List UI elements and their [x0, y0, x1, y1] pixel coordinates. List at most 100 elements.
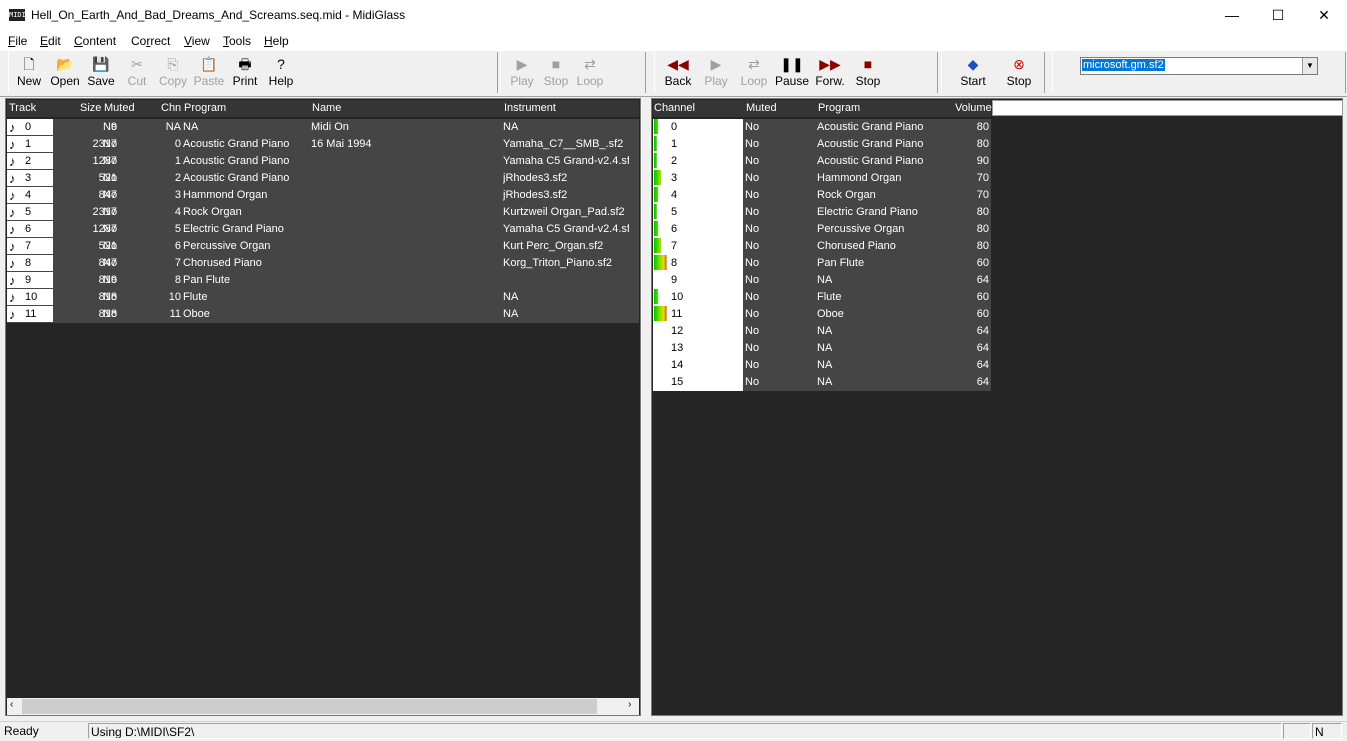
col-muted[interactable]: Muted: [104, 100, 135, 117]
channel-row[interactable]: 5 No Electric Grand Piano 80: [653, 204, 991, 221]
file-save-button[interactable]: 💾 Save: [83, 52, 119, 93]
menu-edit[interactable]: Edit: [40, 34, 61, 48]
channel-program: NA: [817, 325, 833, 337]
scroll-left-icon[interactable]: ‹: [10, 699, 13, 710]
col-channel[interactable]: Channel: [654, 100, 695, 117]
transport-forw-button[interactable]: ▶▶ Forw.: [811, 52, 849, 93]
track-row[interactable]: ♪ 11 818 No 11 Oboe NA: [7, 306, 639, 323]
music-note-icon: ♪: [9, 239, 16, 254]
menu-tools[interactable]: Tools: [223, 34, 251, 48]
channel-row[interactable]: 6 No Percussive Organ 80: [653, 221, 991, 238]
transport-pause-button[interactable]: ❚❚ Pause: [773, 52, 811, 93]
maximize-button[interactable]: ☐: [1255, 0, 1301, 31]
col-name[interactable]: Name: [312, 100, 341, 117]
player-play-button[interactable]: ▶ Play: [505, 52, 539, 93]
channel-row[interactable]: 13 No NA 64: [653, 340, 991, 357]
track-program: Pan Flute: [183, 274, 231, 286]
menu-file[interactable]: File: [8, 34, 27, 48]
file-paste-button[interactable]: 📋 Paste: [191, 52, 227, 93]
col-instrument[interactable]: Instrument: [504, 100, 556, 117]
transport-back-button[interactable]: ◀◀ Back: [659, 52, 697, 93]
track-row[interactable]: ♪ 0 9 No NA NA Midi On NA: [7, 119, 639, 136]
menu-view[interactable]: View: [184, 34, 210, 48]
track-row[interactable]: ♪ 4 847 No 3 Hammond Organ jRhodes3.sf2: [7, 187, 639, 204]
track-row[interactable]: ♪ 3 521 No 2 Acoustic Grand Piano jRhodes3.sf2: [7, 170, 639, 187]
synth-stop-button[interactable]: ⊗ Stop: [996, 52, 1042, 93]
channel-row[interactable]: 12 No NA 64: [653, 323, 991, 340]
channel-number: 1: [671, 138, 678, 150]
track-program: Acoustic Grand Piano: [183, 172, 290, 184]
track-row[interactable]: ♪ 5 2317 No 4 Rock Organ Kurtzweil Organ_Pad.s…: [7, 204, 639, 221]
col-channel-program[interactable]: Program: [818, 100, 860, 117]
col-program[interactable]: Program: [184, 100, 226, 117]
music-note-icon: ♪: [9, 256, 16, 271]
transport-play-button[interactable]: ▶ Play: [697, 52, 735, 93]
track-row[interactable]: ♪ 7 521 No 6 Percussive Organ Kurt Perc_Organ.…: [7, 238, 639, 255]
transport-stop-button[interactable]: ■ Stop: [849, 52, 887, 93]
track-row[interactable]: ♪ 2 1287 No 1 Acoustic Grand Piano Yamaha C5 G…: [7, 153, 639, 170]
channel-cell: 7: [653, 238, 743, 255]
track-channel: 1: [174, 155, 181, 167]
music-note-icon: ♪: [9, 171, 16, 186]
col-chn[interactable]: Chn: [161, 100, 181, 117]
track-row[interactable]: ♪ 1 2317 No 0 Acoustic Grand Piano 16 Mai 1994…: [7, 136, 639, 153]
player-play-label: Play: [510, 74, 534, 88]
channel-row[interactable]: 1 No Acoustic Grand Piano 80: [653, 136, 991, 153]
channel-row[interactable]: 4 No Rock Organ 70: [653, 187, 991, 204]
file-print-button[interactable]: 🖶 Print: [227, 52, 263, 93]
col-volume[interactable]: Volume: [955, 100, 992, 117]
channel-row[interactable]: 2 No Acoustic Grand Piano 90: [653, 153, 991, 170]
horizontal-scrollbar[interactable]: ‹ ›: [7, 698, 639, 715]
channel-row[interactable]: 9 No NA 64: [653, 272, 991, 289]
chevron-down-icon[interactable]: ▼: [1302, 58, 1317, 74]
close-button[interactable]: ✕: [1301, 0, 1347, 31]
channel-row[interactable]: 10 No Flute 60: [653, 289, 991, 306]
track-row[interactable]: ♪ 10 818 No 10 Flute NA: [7, 289, 639, 306]
file-cut-button[interactable]: ✂ Cut: [119, 52, 155, 93]
player-toolbar: ▶ Play ■ Stop ⇄ Loop: [500, 52, 646, 93]
soundfont-select[interactable]: microsoft.gm.sf2 ▼: [1080, 57, 1318, 75]
channel-cell: 4: [653, 187, 743, 204]
channel-cell: 15: [653, 374, 743, 391]
channel-number: 6: [671, 223, 678, 235]
menu-help[interactable]: Help: [264, 34, 289, 48]
track-id: 2: [25, 155, 32, 167]
file-help-button[interactable]: ? Help: [263, 52, 299, 93]
menu-content[interactable]: Content: [74, 34, 116, 48]
col-channel-muted[interactable]: Muted: [746, 100, 777, 117]
track-row[interactable]: ♪ 8 847 No 7 Chorused Piano Korg_Triton_Piano.…: [7, 255, 639, 272]
channels-pane[interactable]: Channel Muted Program Volume 0 No Acoustic…: [651, 98, 1343, 716]
channel-row[interactable]: 7 No Chorused Piano 80: [653, 238, 991, 255]
scroll-right-icon[interactable]: ›: [628, 699, 631, 710]
channel-cell: 3: [653, 170, 743, 187]
channel-volume: 90: [976, 155, 989, 167]
channel-program: Oboe: [817, 308, 844, 320]
player-stop-label: Stop: [543, 74, 569, 88]
file-new-button[interactable]: 🗋 New: [11, 52, 47, 93]
col-track[interactable]: Track: [9, 100, 36, 117]
minimize-button[interactable]: —: [1209, 0, 1255, 31]
channel-row[interactable]: 8 No Pan Flute 60: [653, 255, 991, 272]
channel-cell: 1: [653, 136, 743, 153]
title-bar: MIDI Hell_On_Earth_And_Bad_Dreams_And_Sc…: [0, 0, 1347, 32]
file-new-label: New: [16, 74, 41, 88]
transport-loop-button[interactable]: ⇄ Loop: [735, 52, 773, 93]
channel-row[interactable]: 0 No Acoustic Grand Piano 80: [653, 119, 991, 136]
col-size[interactable]: Size: [80, 100, 101, 117]
scrollbar-thumb[interactable]: [22, 699, 597, 714]
player-stop-button[interactable]: ■ Stop: [539, 52, 573, 93]
player-loop-button[interactable]: ⇄ Loop: [573, 52, 607, 93]
channel-row[interactable]: 14 No NA 64: [653, 357, 991, 374]
track-row[interactable]: ♪ 9 819 No 8 Pan Flute: [7, 272, 639, 289]
channel-row[interactable]: 3 No Hammond Organ 70: [653, 170, 991, 187]
channel-row[interactable]: 11 No Oboe 60: [653, 306, 991, 323]
synth-start-button[interactable]: ◆ Start: [950, 52, 996, 93]
menu-correct[interactable]: Correct: [131, 34, 170, 48]
channel-row[interactable]: 15 No NA 64: [653, 374, 991, 391]
transport-loop-label: Loop: [740, 74, 768, 88]
track-row[interactable]: ♪ 6 1287 No 5 Electric Grand Piano Yamaha C5 G…: [7, 221, 639, 238]
tracks-pane[interactable]: Track Size Muted Chn Program Name Instru…: [5, 98, 641, 716]
file-open-button[interactable]: 📂 Open: [47, 52, 83, 93]
file-copy-button[interactable]: ⎘ Copy: [155, 52, 191, 93]
track-channel: NA: [165, 121, 181, 133]
